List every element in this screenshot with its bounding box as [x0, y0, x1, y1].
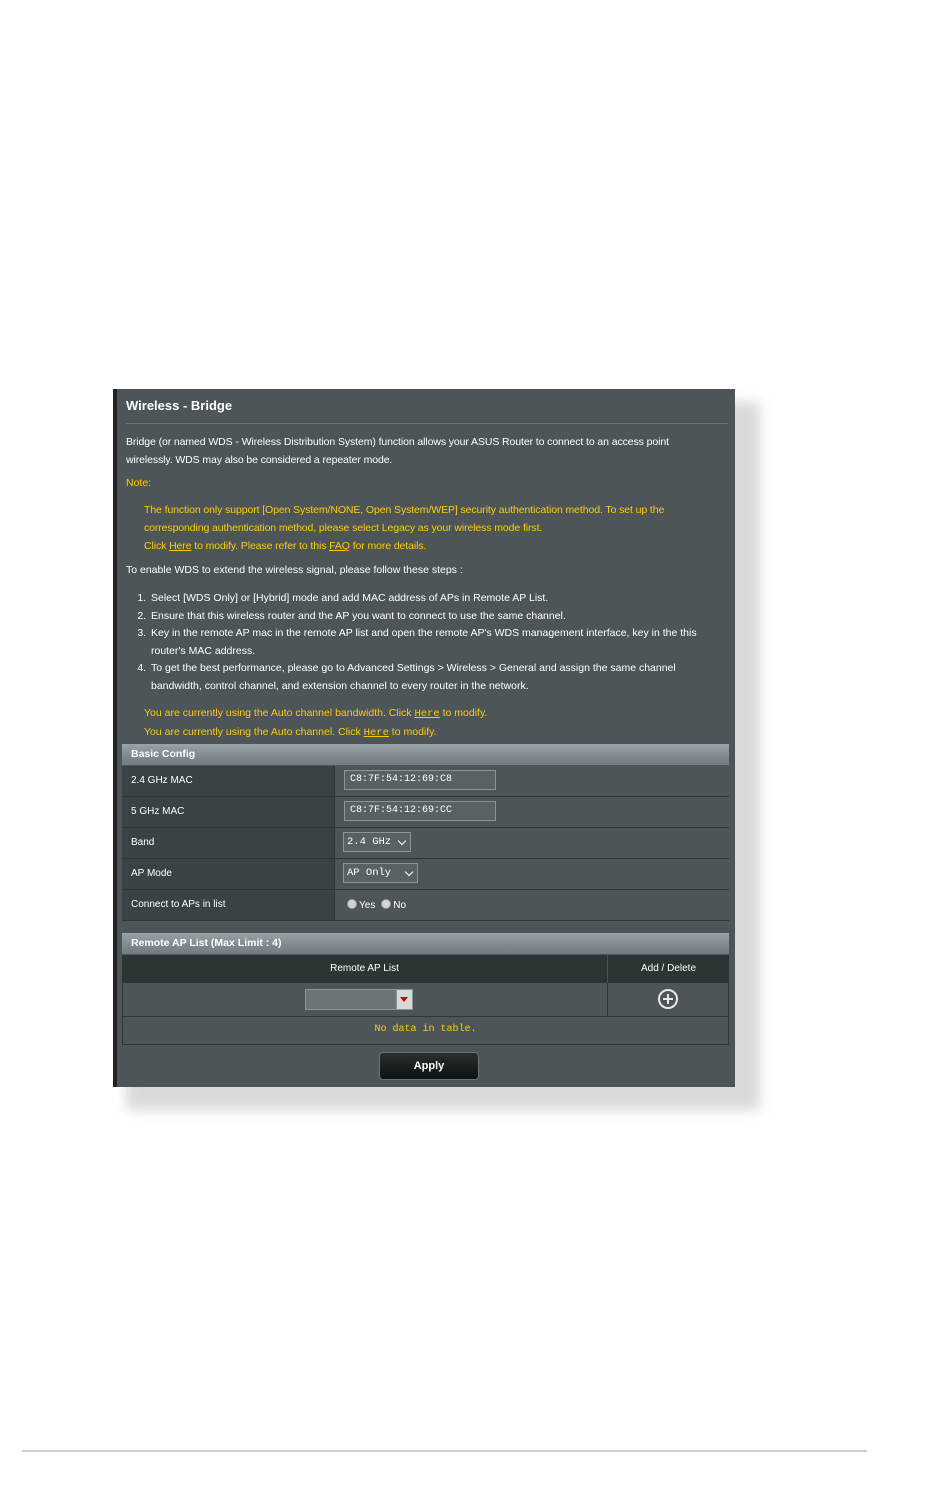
connect-radio-group: Yes No [347, 899, 409, 911]
ap-mode-value-cell: AP Only [336, 859, 729, 889]
band-select[interactable]: 2.4 GHz [343, 832, 411, 852]
auto-bandwidth-text: You are currently using the Auto channel… [144, 707, 415, 719]
chevron-down-icon [404, 867, 414, 877]
wireless-bridge-panel: Wireless - Bridge Bridge (or named WDS -… [113, 389, 735, 1087]
basic-config-header: Basic Config [122, 744, 729, 765]
note-end-text: for more details. [349, 540, 427, 552]
note-text: The function only support [Open System/N… [144, 501, 704, 555]
empty-table-message: No data in table. [122, 1017, 729, 1045]
band-selected-value: 2.4 GHz [347, 836, 392, 848]
auto-bandwidth-notice: You are currently using the Auto channel… [144, 707, 487, 720]
col-add-delete: Add / Delete [640, 963, 697, 974]
note-click-text: Click [144, 540, 170, 552]
ap-mode-selected-value: AP Only [347, 867, 392, 879]
connect-label: Connect to APs in list [122, 890, 335, 920]
connect-row: Connect to APs in list Yes No [122, 890, 729, 921]
title-divider [126, 423, 728, 424]
step-item: Ensure that this wireless router and the… [149, 608, 709, 626]
connect-value-cell: Yes No [336, 890, 729, 920]
auto-channel-suffix: to modify. [388, 726, 437, 738]
auto-channel-notice: You are currently using the Auto channel… [144, 726, 437, 739]
apply-button[interactable]: Apply [379, 1052, 479, 1080]
band-label: Band [122, 828, 335, 858]
mac5-value-cell: C8:7F:54:12:69:CC [336, 797, 729, 827]
band-value-cell: 2.4 GHz [336, 828, 729, 858]
description-text: Bridge (or named WDS - Wireless Distribu… [126, 436, 669, 466]
step-item: Key in the remote AP mac in the remote A… [149, 625, 709, 660]
note-mid-text: to modify. Please refer to this [191, 540, 330, 552]
steps-list: Select [WDS Only] or [Hybrid] mode and a… [117, 590, 709, 695]
mac24-row: 2.4 GHz MAC C8:7F:54:12:69:C8 [122, 766, 729, 797]
ap-mode-row: AP Mode AP Only [122, 859, 729, 890]
footer-divider [22, 1450, 867, 1452]
auto-bandwidth-here-link[interactable]: Here [414, 708, 439, 720]
mac5-label: 5 GHz MAC [122, 797, 335, 827]
connect-no-radio[interactable] [381, 899, 392, 909]
remote-ap-combobox[interactable] [305, 989, 413, 1010]
connect-yes-label: Yes [359, 900, 376, 911]
faq-link[interactable]: FAQ [329, 540, 350, 552]
note-label: Note: [126, 477, 152, 489]
chevron-down-icon [397, 836, 407, 846]
steps-list-container: Select [WDS Only] or [Hybrid] mode and a… [117, 590, 709, 695]
auto-channel-here-link[interactable]: Here [364, 727, 389, 739]
dropdown-arrow-icon[interactable] [396, 990, 412, 1009]
note-line1: The function only support [Open System/N… [144, 504, 665, 534]
ap-mode-label: AP Mode [122, 859, 335, 889]
mac24-value-cell: C8:7F:54:12:69:C8 [336, 766, 729, 796]
step-item: Select [WDS Only] or [Hybrid] mode and a… [149, 590, 709, 608]
mac24-label: 2.4 GHz MAC [122, 766, 335, 796]
mac5-row: 5 GHz MAC C8:7F:54:12:69:CC [122, 797, 729, 828]
page-title: Wireless - Bridge [126, 398, 233, 413]
ap-mode-select[interactable]: AP Only [343, 863, 418, 883]
connect-yes-radio[interactable] [347, 899, 357, 909]
mac5-field[interactable]: C8:7F:54:12:69:CC [344, 801, 496, 821]
auto-bandwidth-suffix: to modify. [439, 707, 488, 719]
auto-channel-text: You are currently using the Auto channel… [144, 726, 364, 738]
connect-no-label: No [393, 900, 407, 911]
note-here-link[interactable]: Here [169, 540, 191, 552]
add-circle-icon[interactable] [658, 989, 678, 1009]
step-item: To get the best performance, please go t… [149, 660, 709, 695]
band-row: Band 2.4 GHz [122, 828, 729, 859]
remote-ap-header: Remote AP List (Max Limit : 4) [122, 933, 729, 954]
mac24-field[interactable]: C8:7F:54:12:69:C8 [344, 770, 496, 790]
column-divider [607, 983, 608, 1016]
steps-intro: To enable WDS to extend the wireless sig… [126, 564, 463, 576]
remote-ap-input-row [122, 983, 729, 1017]
col-remote-ap-list: Remote AP List [330, 963, 399, 974]
remote-ap-table-header: Remote AP List Add / Delete [122, 955, 729, 983]
